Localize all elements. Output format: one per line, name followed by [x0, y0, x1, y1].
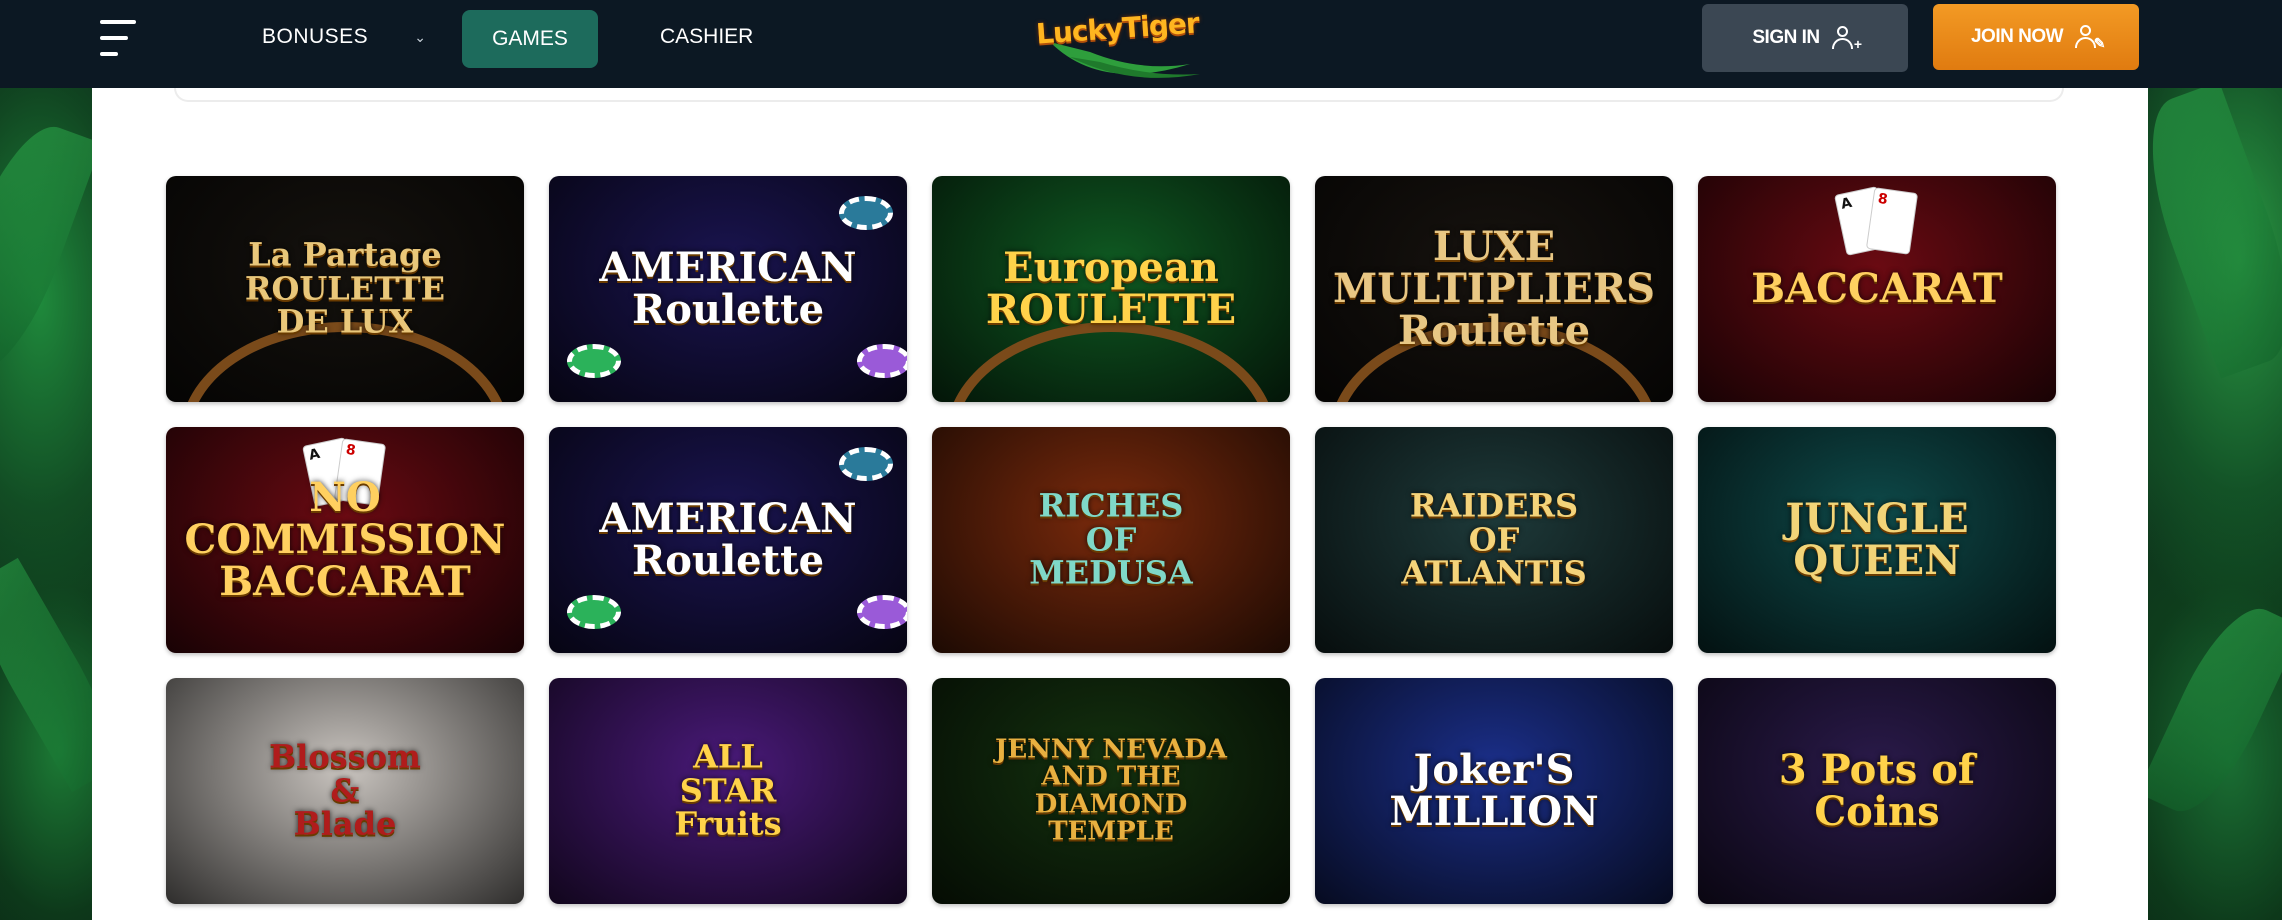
- chevron-down-icon: ⌄: [414, 28, 427, 45]
- sign-in-label: SIGN IN: [1752, 27, 1820, 48]
- game-title: AMERICAN Roulette: [599, 495, 857, 584]
- game-tile[interactable]: RAIDERS OF ATLANTIS: [1315, 427, 1673, 653]
- game-title: NO COMMISSION BACCARAT: [184, 474, 506, 605]
- user-edit-icon: ✎: [2075, 24, 2106, 50]
- nav-bonuses-label: BONUSES: [262, 25, 369, 48]
- nav-cashier-label: CASHIER: [660, 25, 754, 48]
- game-tile[interactable]: JUNGLE QUEEN: [1698, 427, 2056, 653]
- casino-chip-art: [839, 447, 893, 481]
- game-tile[interactable]: A 8 BACCARAT: [1698, 176, 2056, 402]
- join-now-label: JOIN NOW: [1970, 26, 2064, 47]
- sign-in-button[interactable]: SIGN IN +: [1702, 4, 1908, 72]
- search-bar-edge: [174, 88, 2064, 102]
- game-tile[interactable]: A 8 NO COMMISSION BACCARAT: [166, 427, 524, 653]
- lucky-tiger-logo[interactable]: LuckyTiger: [1030, 2, 1210, 82]
- game-tile[interactable]: ALL STAR Fruits: [549, 678, 907, 904]
- game-title: BACCARAT: [1751, 265, 2003, 312]
- nav-cashier[interactable]: CASHIER: [660, 24, 753, 50]
- game-title: ALL STAR Fruits: [674, 737, 782, 843]
- game-title: European ROULETTE: [985, 244, 1237, 333]
- game-tile[interactable]: LUXE MULTIPLIERS Roulette: [1315, 176, 1673, 402]
- leaf-decoration: [2125, 81, 2282, 379]
- nav-bonuses[interactable]: BONUSES ⌄: [262, 24, 426, 50]
- game-tile[interactable]: European ROULETTE: [932, 176, 1290, 402]
- game-title: JENNY NEVADA AND THE DIAMOND TEMPLE: [995, 734, 1227, 847]
- game-tile[interactable]: AMERICAN Roulette: [549, 427, 907, 653]
- leaf-decoration: [0, 112, 102, 388]
- casino-chip-art: [857, 595, 907, 629]
- game-title: RAIDERS OF ATLANTIS: [1401, 486, 1587, 592]
- casino-chip-art: [839, 196, 893, 230]
- game-title: La Partage ROULETTE DE LUX: [244, 235, 446, 341]
- game-tile[interactable]: RICHES OF MEDUSA: [932, 427, 1290, 653]
- casino-chip-art: [567, 344, 621, 378]
- casino-chip-art: [567, 595, 621, 629]
- join-now-button[interactable]: JOIN NOW ✎: [1933, 4, 2139, 70]
- game-tile[interactable]: Blossom & Blade: [166, 678, 524, 904]
- top-header: BONUSES ⌄ GAMES CASHIER LuckyTiger SIGN …: [0, 0, 2282, 88]
- game-title: Blossom & Blade: [269, 737, 421, 843]
- games-panel: La Partage ROULETTE DE LUX AMERICAN Roule…: [92, 88, 2148, 920]
- game-tile[interactable]: JENNY NEVADA AND THE DIAMOND TEMPLE: [932, 678, 1290, 904]
- game-tile[interactable]: La Partage ROULETTE DE LUX: [166, 176, 524, 402]
- game-tile[interactable]: AMERICAN Roulette: [549, 176, 907, 402]
- roulette-wheel-art: [946, 322, 1276, 402]
- nav-games-label: GAMES: [492, 27, 568, 50]
- hamburger-menu-icon[interactable]: [100, 20, 140, 60]
- game-title: 3 Pots of Coins: [1778, 746, 1976, 835]
- game-grid: La Partage ROULETTE DE LUX AMERICAN Roule…: [166, 176, 2056, 904]
- game-title: LUXE MULTIPLIERS Roulette: [1332, 223, 1656, 354]
- user-add-icon: +: [1831, 25, 1862, 51]
- game-title: AMERICAN Roulette: [599, 244, 857, 333]
- game-title: RICHES OF MEDUSA: [1029, 486, 1193, 592]
- playing-cards-art: A8: [1832, 186, 1922, 260]
- casino-chip-art: [857, 344, 907, 378]
- leaf-decoration: [2137, 593, 2282, 827]
- game-tile[interactable]: Joker'S MILLION: [1315, 678, 1673, 904]
- game-title: Joker'S MILLION: [1389, 746, 1599, 835]
- nav-games-tab[interactable]: GAMES: [462, 10, 598, 68]
- game-tile[interactable]: 3 Pots of Coins: [1698, 678, 2056, 904]
- game-title: JUNGLE QUEEN: [1785, 495, 1969, 584]
